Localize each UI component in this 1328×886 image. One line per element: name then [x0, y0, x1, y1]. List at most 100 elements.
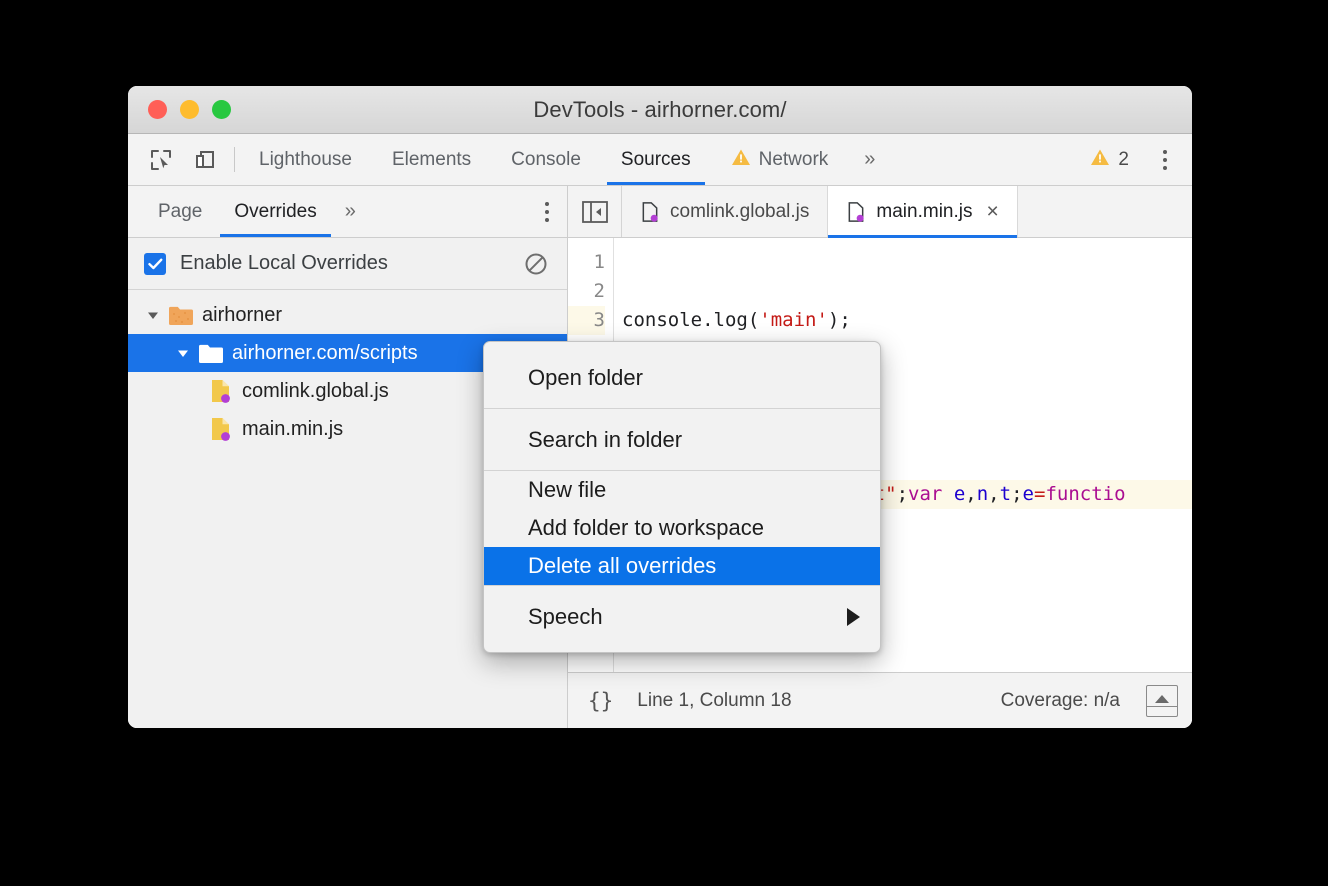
toolbar-icons [140, 134, 234, 185]
panel-tabs: Lighthouse Elements Console Sources [239, 134, 891, 185]
nav-tab-overrides[interactable]: Overrides [218, 186, 332, 237]
cursor-position-label: Line 1, Column 18 [637, 690, 791, 712]
code-token: e [1023, 483, 1034, 505]
js-file-override-icon [640, 201, 660, 223]
code-token: e [954, 483, 965, 505]
tab-network[interactable]: Network [711, 134, 849, 185]
code-token: n [977, 483, 988, 505]
pretty-print-icon[interactable]: {} [588, 689, 613, 713]
line-number: 2 [568, 277, 605, 306]
js-file-override-icon [206, 378, 236, 404]
toolbar-divider [234, 147, 235, 172]
show-drawer-icon[interactable] [1146, 685, 1178, 717]
zoom-window-button[interactable] [212, 100, 231, 119]
tab-label: Console [511, 149, 581, 171]
drawer-arrow [1155, 695, 1169, 703]
more-tabs-button[interactable]: » [848, 134, 891, 185]
tab-sources[interactable]: Sources [601, 134, 711, 185]
device-toolbar-icon[interactable] [190, 145, 220, 175]
menu-item-add-folder-to-workspace[interactable]: Add folder to workspace [484, 509, 880, 547]
menu-item-label: Delete all overrides [528, 553, 716, 579]
nav-tab-page[interactable]: Page [142, 186, 218, 237]
code-token [942, 483, 953, 505]
menu-item-label: Speech [528, 604, 603, 630]
line-number: 3 [568, 306, 605, 335]
devtools-tabstrip: Lighthouse Elements Console Sources [128, 134, 1192, 186]
code-token: functio [1045, 483, 1125, 505]
menu-item-label: Add folder to workspace [528, 515, 764, 541]
menu-item-label: New file [528, 477, 606, 503]
tree-row-label: main.min.js [242, 418, 343, 441]
chevron-down-icon[interactable] [140, 308, 166, 322]
editor-tab-label: comlink.global.js [670, 201, 809, 223]
tabstrip-right-controls: 2 [1078, 134, 1192, 185]
code-line: console.log('main'); [622, 306, 1192, 335]
code-token: ; [897, 483, 908, 505]
menu-item-search-in-folder[interactable]: Search in folder [484, 409, 880, 470]
code-token: , [965, 483, 976, 505]
warning-count-badge[interactable]: 2 [1078, 147, 1141, 173]
tab-label: Lighthouse [259, 149, 352, 171]
editor-status-bar: {} Line 1, Column 18 Coverage: n/a [568, 672, 1192, 728]
code-token: t [1000, 483, 1011, 505]
clear-overrides-icon[interactable] [523, 251, 549, 277]
enable-overrides-checkbox[interactable] [144, 253, 166, 275]
warning-icon [731, 147, 751, 173]
tree-row-label: airhorner [202, 304, 282, 327]
code-token: , [988, 483, 999, 505]
menu-item-label: Search in folder [528, 427, 682, 453]
menu-item-new-file[interactable]: New file [484, 471, 880, 509]
code-token: var [908, 483, 942, 505]
drawer-bar [1147, 706, 1177, 707]
inspect-element-icon[interactable] [146, 145, 176, 175]
editor-tabs: comlink.global.js main.min.js × [568, 186, 1192, 238]
window-title: DevTools - airhorner.com/ [128, 97, 1192, 123]
warning-count-label: 2 [1118, 149, 1129, 171]
line-number: 1 [568, 248, 605, 277]
menu-item-label: Open folder [528, 365, 643, 391]
tree-row-airhorner[interactable]: airhorner [128, 296, 567, 334]
editor-tab-main-min-js[interactable]: main.min.js × [828, 186, 1017, 237]
js-file-override-icon [846, 201, 866, 223]
nav-more-tabs-button[interactable]: » [333, 186, 368, 237]
context-menu: Open folder Search in folder New file Ad… [483, 341, 881, 653]
coverage-label: Coverage: n/a [1001, 690, 1120, 712]
orange-folder-icon [166, 305, 196, 326]
navigator-more-options-icon[interactable] [527, 186, 567, 237]
menu-item-delete-all-overrides[interactable]: Delete all overrides [484, 547, 880, 585]
nav-tab-label: Overrides [234, 201, 316, 223]
collapse-sidebar-icon[interactable] [568, 186, 622, 237]
enable-overrides-label: Enable Local Overrides [180, 252, 388, 275]
title-bar: DevTools - airhorner.com/ [128, 86, 1192, 134]
code-token: 'main' [759, 309, 828, 331]
chevron-down-icon[interactable] [170, 346, 196, 360]
code-token: = [1034, 483, 1045, 505]
code-token: ; [1011, 483, 1022, 505]
navigator-tabs: Page Overrides » [128, 186, 567, 238]
enable-overrides-bar: Enable Local Overrides [128, 238, 567, 290]
tab-label: Elements [392, 149, 471, 171]
white-folder-icon [196, 343, 226, 364]
code-token: console.log( [622, 309, 759, 331]
close-tab-icon[interactable]: × [986, 200, 998, 224]
traffic-lights [148, 100, 231, 119]
tree-row-label: comlink.global.js [242, 380, 389, 403]
menu-item-open-folder[interactable]: Open folder [484, 347, 880, 408]
tab-label: Sources [621, 149, 691, 171]
tree-row-label: airhorner.com/scripts [232, 342, 418, 365]
tab-lighthouse[interactable]: Lighthouse [239, 134, 372, 185]
submenu-arrow-icon [847, 608, 860, 626]
close-window-button[interactable] [148, 100, 167, 119]
more-options-icon[interactable] [1148, 143, 1182, 177]
tab-console[interactable]: Console [491, 134, 601, 185]
warning-icon [1090, 147, 1110, 173]
code-token: ); [828, 309, 851, 331]
editor-tab-comlink-global-js[interactable]: comlink.global.js [622, 186, 828, 237]
tab-elements[interactable]: Elements [372, 134, 491, 185]
editor-tab-label: main.min.js [876, 201, 972, 223]
menu-item-speech[interactable]: Speech [484, 586, 880, 647]
minimize-window-button[interactable] [180, 100, 199, 119]
js-file-override-icon [206, 416, 236, 442]
tab-label: Network [759, 149, 829, 171]
nav-tab-label: Page [158, 201, 202, 223]
